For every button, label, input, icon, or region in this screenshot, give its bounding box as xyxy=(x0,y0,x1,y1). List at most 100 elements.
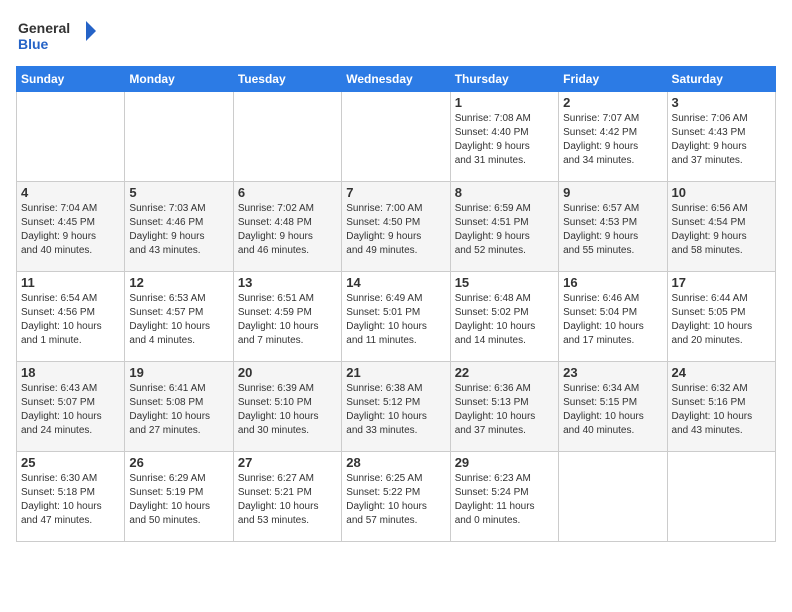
calendar-cell: 20 Sunrise: 6:39 AM Sunset: 5:10 PM Dayli… xyxy=(233,362,341,452)
day-info: Sunrise: 7:02 AM Sunset: 4:48 PM Dayligh… xyxy=(238,202,337,258)
calendar-cell: 8 Sunrise: 6:59 AM Sunset: 4:51 PM Daylig… xyxy=(450,182,558,272)
calendar-cell xyxy=(233,92,341,182)
calendar-cell xyxy=(125,92,233,182)
day-info: Sunrise: 6:32 AM Sunset: 5:16 PM Dayligh… xyxy=(672,382,771,438)
day-number: 18 xyxy=(21,365,120,380)
calendar-cell: 12 Sunrise: 6:53 AM Sunset: 4:57 PM Dayli… xyxy=(125,272,233,362)
svg-text:General: General xyxy=(18,20,70,36)
day-number: 6 xyxy=(238,185,337,200)
calendar-cell: 10 Sunrise: 6:56 AM Sunset: 4:54 PM Dayli… xyxy=(667,182,775,272)
calendar-week: 25 Sunrise: 6:30 AM Sunset: 5:18 PM Dayli… xyxy=(17,452,776,542)
day-info: Sunrise: 6:41 AM Sunset: 5:08 PM Dayligh… xyxy=(129,382,228,438)
calendar-cell: 7Sunrise: 7:00 AM Sunset: 4:50 PM Daylig… xyxy=(342,182,450,272)
logo: General Blue xyxy=(16,16,96,56)
calendar-cell: 13Sunrise: 6:51 AM Sunset: 4:59 PM Dayli… xyxy=(233,272,341,362)
weekday-header: Thursday xyxy=(450,67,558,92)
day-number: 19 xyxy=(129,365,228,380)
day-number: 3 xyxy=(672,95,771,110)
calendar-cell: 5 Sunrise: 7:03 AM Sunset: 4:46 PM Daylig… xyxy=(125,182,233,272)
day-info: Sunrise: 6:44 AM Sunset: 5:05 PM Dayligh… xyxy=(672,292,771,348)
day-number: 8 xyxy=(455,185,554,200)
calendar-week: 4Sunrise: 7:04 AM Sunset: 4:45 PM Daylig… xyxy=(17,182,776,272)
calendar-cell: 1 Sunrise: 7:08 AM Sunset: 4:40 PM Daylig… xyxy=(450,92,558,182)
calendar-cell: 4Sunrise: 7:04 AM Sunset: 4:45 PM Daylig… xyxy=(17,182,125,272)
day-number: 10 xyxy=(672,185,771,200)
calendar-cell xyxy=(559,452,667,542)
calendar-cell: 19 Sunrise: 6:41 AM Sunset: 5:08 PM Dayli… xyxy=(125,362,233,452)
calendar-cell: 24 Sunrise: 6:32 AM Sunset: 5:16 PM Dayli… xyxy=(667,362,775,452)
day-number: 5 xyxy=(129,185,228,200)
weekday-header: Sunday xyxy=(17,67,125,92)
weekday-header: Wednesday xyxy=(342,67,450,92)
day-number: 17 xyxy=(672,275,771,290)
day-number: 11 xyxy=(21,275,120,290)
day-info: Sunrise: 6:46 AM Sunset: 5:04 PM Dayligh… xyxy=(563,292,662,348)
calendar-cell: 21Sunrise: 6:38 AM Sunset: 5:12 PM Dayli… xyxy=(342,362,450,452)
calendar-cell: 27Sunrise: 6:27 AM Sunset: 5:21 PM Dayli… xyxy=(233,452,341,542)
page-header: General Blue xyxy=(16,16,776,56)
weekday-row: SundayMondayTuesdayWednesdayThursdayFrid… xyxy=(17,67,776,92)
calendar-body: 1 Sunrise: 7:08 AM Sunset: 4:40 PM Daylig… xyxy=(17,92,776,542)
day-info: Sunrise: 6:23 AM Sunset: 5:24 PM Dayligh… xyxy=(455,472,554,528)
day-number: 13 xyxy=(238,275,337,290)
day-number: 15 xyxy=(455,275,554,290)
calendar-cell: 9 Sunrise: 6:57 AM Sunset: 4:53 PM Daylig… xyxy=(559,182,667,272)
day-number: 4 xyxy=(21,185,120,200)
calendar-cell: 26Sunrise: 6:29 AM Sunset: 5:19 PM Dayli… xyxy=(125,452,233,542)
calendar-cell: 17 Sunrise: 6:44 AM Sunset: 5:05 PM Dayli… xyxy=(667,272,775,362)
calendar-cell: 25 Sunrise: 6:30 AM Sunset: 5:18 PM Dayli… xyxy=(17,452,125,542)
day-info: Sunrise: 6:30 AM Sunset: 5:18 PM Dayligh… xyxy=(21,472,120,528)
calendar-cell xyxy=(17,92,125,182)
weekday-header: Tuesday xyxy=(233,67,341,92)
day-number: 14 xyxy=(346,275,445,290)
day-number: 7 xyxy=(346,185,445,200)
calendar-week: 1 Sunrise: 7:08 AM Sunset: 4:40 PM Daylig… xyxy=(17,92,776,182)
calendar-cell: 18 Sunrise: 6:43 AM Sunset: 5:07 PM Dayli… xyxy=(17,362,125,452)
day-number: 29 xyxy=(455,455,554,470)
day-info: Sunrise: 7:07 AM Sunset: 4:42 PM Dayligh… xyxy=(563,112,662,168)
day-number: 16 xyxy=(563,275,662,290)
calendar-cell: 15 Sunrise: 6:48 AM Sunset: 5:02 PM Dayli… xyxy=(450,272,558,362)
day-number: 1 xyxy=(455,95,554,110)
day-info: Sunrise: 6:49 AM Sunset: 5:01 PM Dayligh… xyxy=(346,292,445,348)
day-number: 26 xyxy=(129,455,228,470)
calendar-week: 18 Sunrise: 6:43 AM Sunset: 5:07 PM Dayli… xyxy=(17,362,776,452)
day-number: 2 xyxy=(563,95,662,110)
calendar-cell: 3Sunrise: 7:06 AM Sunset: 4:43 PM Daylig… xyxy=(667,92,775,182)
day-info: Sunrise: 6:57 AM Sunset: 4:53 PM Dayligh… xyxy=(563,202,662,258)
weekday-header: Saturday xyxy=(667,67,775,92)
day-info: Sunrise: 6:27 AM Sunset: 5:21 PM Dayligh… xyxy=(238,472,337,528)
day-number: 25 xyxy=(21,455,120,470)
day-info: Sunrise: 7:03 AM Sunset: 4:46 PM Dayligh… xyxy=(129,202,228,258)
day-info: Sunrise: 6:36 AM Sunset: 5:13 PM Dayligh… xyxy=(455,382,554,438)
day-number: 12 xyxy=(129,275,228,290)
day-number: 22 xyxy=(455,365,554,380)
calendar-header: SundayMondayTuesdayWednesdayThursdayFrid… xyxy=(17,67,776,92)
calendar-table: SundayMondayTuesdayWednesdayThursdayFrid… xyxy=(16,66,776,542)
day-info: Sunrise: 6:59 AM Sunset: 4:51 PM Dayligh… xyxy=(455,202,554,258)
day-info: Sunrise: 6:53 AM Sunset: 4:57 PM Dayligh… xyxy=(129,292,228,348)
calendar-cell: 2 Sunrise: 7:07 AM Sunset: 4:42 PM Daylig… xyxy=(559,92,667,182)
calendar-week: 11 Sunrise: 6:54 AM Sunset: 4:56 PM Dayli… xyxy=(17,272,776,362)
day-info: Sunrise: 6:48 AM Sunset: 5:02 PM Dayligh… xyxy=(455,292,554,348)
day-info: Sunrise: 6:39 AM Sunset: 5:10 PM Dayligh… xyxy=(238,382,337,438)
calendar-cell: 22 Sunrise: 6:36 AM Sunset: 5:13 PM Dayli… xyxy=(450,362,558,452)
day-number: 21 xyxy=(346,365,445,380)
calendar-cell: 28Sunrise: 6:25 AM Sunset: 5:22 PM Dayli… xyxy=(342,452,450,542)
calendar-cell: 16 Sunrise: 6:46 AM Sunset: 5:04 PM Dayli… xyxy=(559,272,667,362)
day-info: Sunrise: 6:43 AM Sunset: 5:07 PM Dayligh… xyxy=(21,382,120,438)
weekday-header: Monday xyxy=(125,67,233,92)
day-number: 20 xyxy=(238,365,337,380)
calendar-cell: 29 Sunrise: 6:23 AM Sunset: 5:24 PM Dayli… xyxy=(450,452,558,542)
day-number: 9 xyxy=(563,185,662,200)
calendar-cell xyxy=(342,92,450,182)
calendar-cell: 6 Sunrise: 7:02 AM Sunset: 4:48 PM Daylig… xyxy=(233,182,341,272)
logo-svg: General Blue xyxy=(16,16,96,56)
day-info: Sunrise: 6:56 AM Sunset: 4:54 PM Dayligh… xyxy=(672,202,771,258)
day-number: 24 xyxy=(672,365,771,380)
svg-text:Blue: Blue xyxy=(18,36,49,52)
day-info: Sunrise: 6:54 AM Sunset: 4:56 PM Dayligh… xyxy=(21,292,120,348)
calendar-cell xyxy=(667,452,775,542)
day-info: Sunrise: 7:08 AM Sunset: 4:40 PM Dayligh… xyxy=(455,112,554,168)
calendar-cell: 14 Sunrise: 6:49 AM Sunset: 5:01 PM Dayli… xyxy=(342,272,450,362)
